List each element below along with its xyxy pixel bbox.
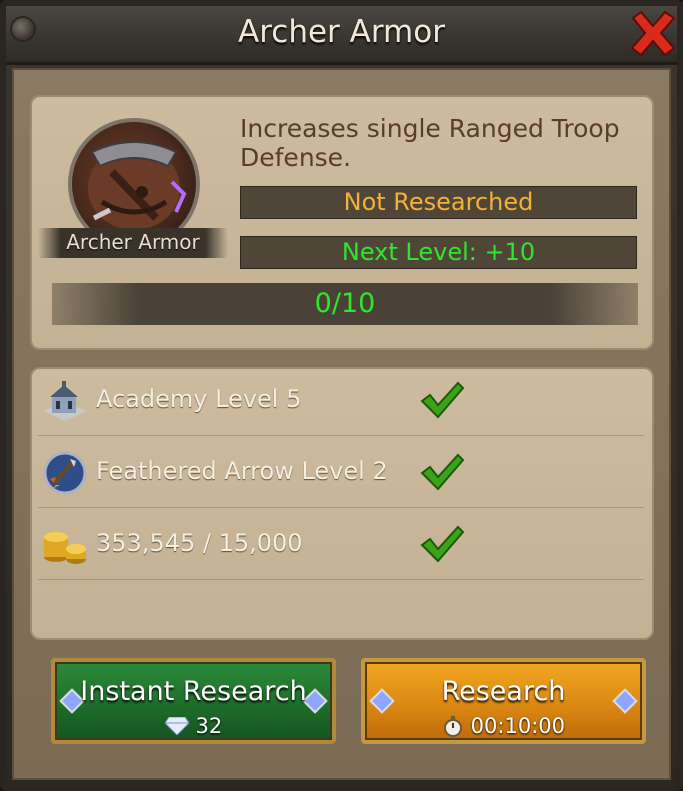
feathered-arrow-icon [43,451,87,495]
stopwatch-icon [443,716,462,737]
research-time: 00:10:00 [365,714,642,738]
gold-coins-icon [44,532,86,564]
requirement-text: Academy Level 5 [96,385,302,413]
checkmark-icon [420,453,464,491]
research-status: Not Researched [240,186,637,219]
instant-research-label: Instant Research [80,676,307,707]
requirement-row: Feathered Arrow Level 2 [38,439,644,508]
tech-description: Increases single Ranged Troop Defense. [240,114,620,172]
research-duration: 00:10:00 [470,714,565,738]
academy-building-icon [44,381,86,421]
dialog-title: Archer Armor [238,14,445,50]
close-x-icon[interactable] [627,8,679,60]
instant-research-button[interactable]: Instant Research 32 [51,658,336,744]
requirement-row: Academy Level 5 [38,367,644,436]
title-bar: Archer Armor [6,6,677,65]
research-label: Research [441,676,566,707]
next-level-bonus: Next Level: +10 [240,236,637,269]
research-button[interactable]: Research 00:10:00 [361,658,646,744]
checkmark-icon [420,525,464,563]
checkmark-icon [420,381,464,419]
diamond-icon [164,716,190,736]
requirement-text: 353,545 / 15,000 [96,529,303,557]
instant-research-cost: 32 [55,714,332,738]
level-progress-text: 0/10 [314,288,376,319]
requirement-row: 353,545 / 15,000 [38,511,644,580]
level-progress-bar: 0/10 [52,283,638,325]
portrait-label: Archer Armor [66,230,200,254]
requirement-text: Feathered Arrow Level 2 [96,457,388,485]
diamond-cost: 32 [195,714,223,738]
